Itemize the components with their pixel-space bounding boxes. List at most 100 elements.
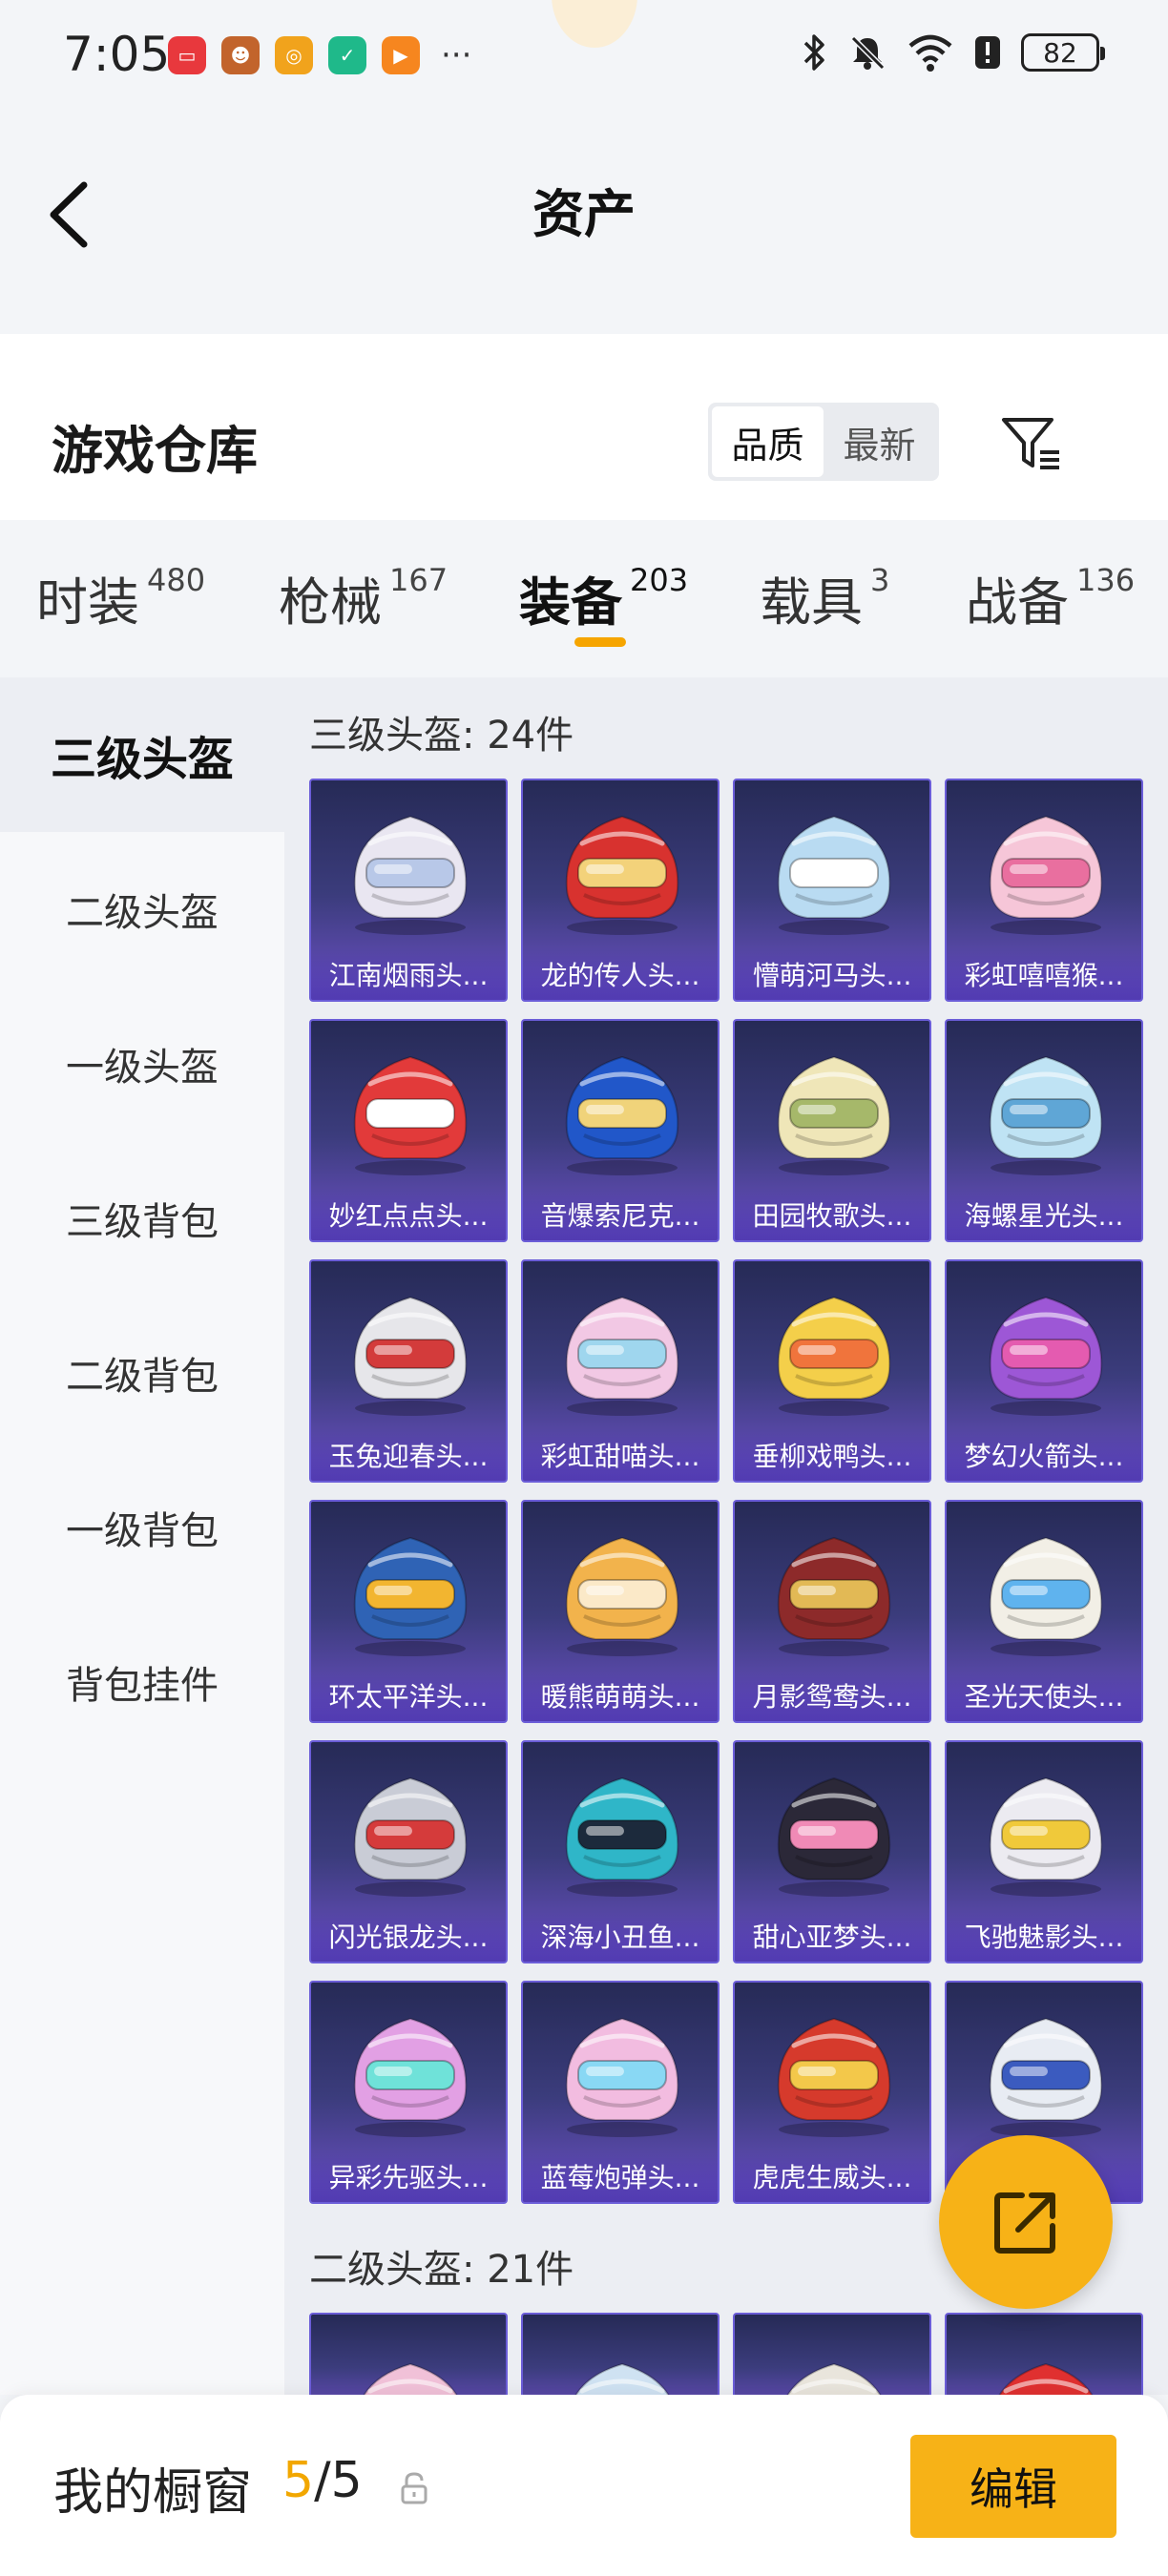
- sidebar-item-level2-helmet[interactable]: 二级头盔: [0, 832, 284, 987]
- item-name: 异彩先驱头...: [311, 2150, 506, 2202]
- filter-button[interactable]: [998, 410, 1065, 477]
- item-name: 江南烟雨头...: [311, 948, 506, 1000]
- tab-label: 战备: [966, 572, 1069, 633]
- tab-weapons[interactable]: 枪械 167: [279, 560, 448, 635]
- tab-fashion[interactable]: 时装 480: [36, 560, 205, 635]
- item-card[interactable]: 圣光天使头...: [945, 1500, 1143, 1723]
- item-card[interactable]: 懵萌河马头...: [733, 779, 931, 1002]
- decorative-bubble: [552, 0, 637, 48]
- item-name: 懵萌河马头...: [735, 948, 929, 1000]
- status-app-icons: ▭ ☻ ◎ ✓ ▶ ···: [168, 36, 471, 74]
- item-name: 彩虹嘻嘻猴...: [947, 948, 1141, 1000]
- helmet-icon: [565, 1776, 679, 1897]
- showcase-count-total: 5: [330, 2452, 363, 2509]
- helmet-icon: [777, 1776, 891, 1897]
- item-name: 妙红点点头...: [311, 1189, 506, 1240]
- status-time: 7:05: [63, 27, 171, 82]
- item-card[interactable]: 妙红点点头...: [309, 1019, 508, 1242]
- item-name: 海螺星光头...: [947, 1189, 1141, 1240]
- helmet-icon: [989, 1776, 1103, 1897]
- item-card[interactable]: 彩虹嘻嘻猴...: [945, 779, 1143, 1002]
- tab-count: 167: [389, 562, 448, 598]
- item-card[interactable]: 环太平洋头...: [309, 1500, 508, 1723]
- sidebar-item-level2-backpack[interactable]: 二级背包: [0, 1296, 284, 1450]
- status-indicators: 82: [802, 32, 1105, 73]
- sidebar-item-level1-helmet[interactable]: 一级头盔: [0, 987, 284, 1141]
- tab-label: 装备: [519, 572, 622, 633]
- item-card[interactable]: 音爆索尼克...: [521, 1019, 720, 1242]
- item-card[interactable]: 深海小丑鱼...: [521, 1740, 720, 1963]
- item-card[interactable]: 垂柳戏鸭头...: [733, 1259, 931, 1483]
- sidebar-item-level1-backpack[interactable]: 一级背包: [0, 1450, 284, 1605]
- item-card[interactable]: 飞驰魅影头...: [945, 1740, 1143, 1963]
- helmet-icon: [777, 1296, 891, 1416]
- item-card[interactable]: 月影鸳鸯头...: [733, 1500, 931, 1723]
- bluetooth-icon: [803, 34, 824, 71]
- tab-count: 3: [870, 562, 890, 598]
- helmet-icon: [989, 2017, 1103, 2137]
- game-avatar-icon: ☻: [221, 36, 260, 74]
- item-card[interactable]: 异彩先驱头...: [309, 1981, 508, 2204]
- item-name: 月影鸳鸯头...: [735, 1670, 929, 1721]
- showcase-count-current: 5: [282, 2452, 315, 2509]
- item-name: 虎虎生威头...: [735, 2150, 929, 2202]
- edit-button[interactable]: 编辑: [910, 2435, 1116, 2538]
- item-name: 甜心亚梦头...: [735, 1910, 929, 1962]
- item-grid-level3-helmet: 江南烟雨头... 龙的传人头... 懵萌河马头... 彩虹嘻嘻猴... 妙红点点…: [309, 779, 1143, 2204]
- item-card[interactable]: 虎虎生威头...: [733, 1981, 931, 2204]
- tab-equipment[interactable]: 装备 203: [519, 560, 688, 635]
- status-bar: 7:05 ▭ ☻ ◎ ✓ ▶ ··· 82: [0, 0, 1168, 114]
- helmet-icon: [989, 1055, 1103, 1175]
- item-card[interactable]: 梦幻火箭头...: [945, 1259, 1143, 1483]
- sort-newest-button[interactable]: 最新: [824, 406, 935, 477]
- helmet-icon: [353, 1296, 468, 1416]
- item-card[interactable]: 闪光银龙头...: [309, 1740, 508, 1963]
- item-name: 闪光银龙头...: [311, 1910, 506, 1962]
- item-card[interactable]: 江南烟雨头...: [309, 779, 508, 1002]
- huawei-app-icon: ▭: [168, 36, 206, 74]
- item-name: 圣光天使头...: [947, 1670, 1141, 1721]
- sidebar-item-backpack-charm[interactable]: 背包挂件: [0, 1605, 284, 1759]
- helmet-icon: [777, 1536, 891, 1656]
- helmet-icon: [777, 1055, 891, 1175]
- item-name: 田园牧歌头...: [735, 1189, 929, 1240]
- tab-vehicles[interactable]: 载具 3: [760, 560, 889, 635]
- item-card[interactable]: 蓝莓炮弹头...: [521, 1981, 720, 2204]
- helmet-icon: [777, 815, 891, 935]
- item-name: 彩虹甜喵头...: [523, 1429, 718, 1481]
- item-name: 玉兔迎春头...: [311, 1429, 506, 1481]
- lock-icon[interactable]: [399, 2471, 429, 2505]
- helmet-icon: [353, 2017, 468, 2137]
- helmet-icon: [989, 1296, 1103, 1416]
- sidebar-item-level3-backpack[interactable]: 三级背包: [0, 1141, 284, 1296]
- warehouse-header: 游戏仓库 品质 最新: [0, 334, 1168, 520]
- helmet-icon: [565, 1296, 679, 1416]
- tab-count: 136: [1076, 562, 1136, 598]
- item-card[interactable]: 彩虹甜喵头...: [521, 1259, 720, 1483]
- item-name: 蓝莓炮弹头...: [523, 2150, 718, 2202]
- mute-bell-icon: [850, 35, 886, 71]
- battery-indicator: 82: [1021, 33, 1105, 72]
- active-tab-indicator: [574, 637, 626, 647]
- showcase-count: 5/5: [282, 2452, 363, 2509]
- item-card[interactable]: 玉兔迎春头...: [309, 1259, 508, 1483]
- helmet-icon: [353, 1055, 468, 1175]
- sidebar-item-level3-helmet[interactable]: 三级头盔: [0, 677, 284, 832]
- tab-gear[interactable]: 战备 136: [966, 560, 1135, 635]
- item-card[interactable]: 甜心亚梦头...: [733, 1740, 931, 1963]
- item-card[interactable]: 龙的传人头...: [521, 779, 720, 1002]
- video-app-icon: ▶: [382, 36, 420, 74]
- showcase-count-separator: /: [314, 2452, 331, 2509]
- helmet-icon: [565, 1055, 679, 1175]
- helmet-icon: [565, 815, 679, 935]
- item-card[interactable]: 暖熊萌萌头...: [521, 1500, 720, 1723]
- item-name: 环太平洋头...: [311, 1670, 506, 1721]
- sort-quality-button[interactable]: 品质: [712, 406, 824, 477]
- item-card[interactable]: 海螺星光头...: [945, 1019, 1143, 1242]
- item-name: 暖熊萌萌头...: [523, 1670, 718, 1721]
- sort-toggle: 品质 最新: [708, 403, 939, 481]
- share-fab-button[interactable]: [939, 2135, 1113, 2309]
- filter-icon: [1002, 418, 1059, 469]
- item-card[interactable]: 田园牧歌头...: [733, 1019, 931, 1242]
- section-title-level3-helmet: 三级头盔: 24件: [309, 714, 574, 758]
